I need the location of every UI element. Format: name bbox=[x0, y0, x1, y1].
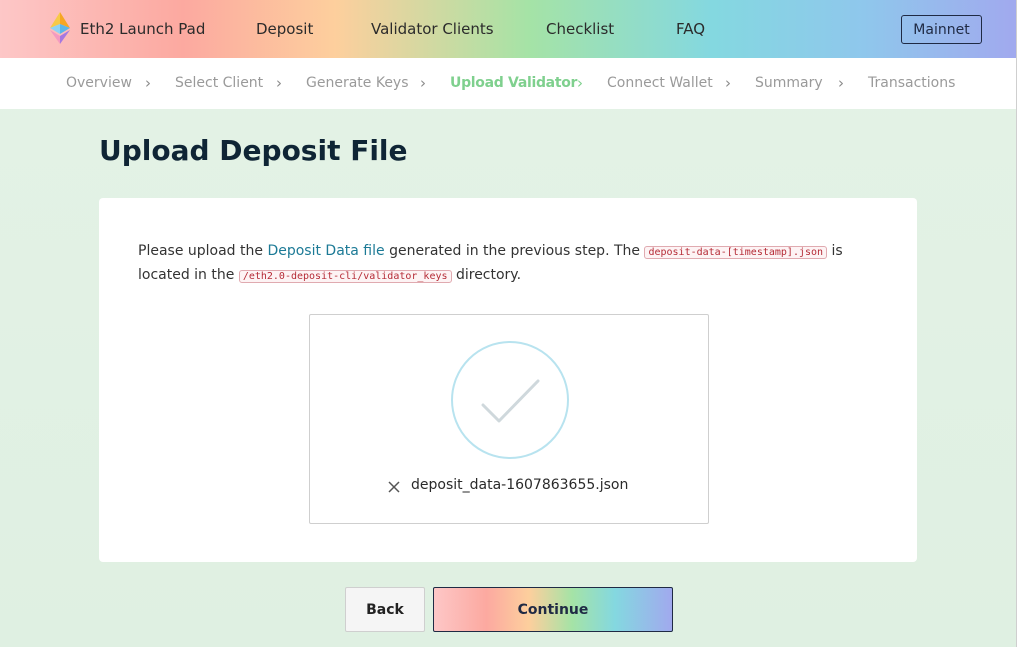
ethereum-logo-icon[interactable] bbox=[50, 12, 70, 44]
step-summary: Summary bbox=[755, 75, 823, 91]
brand-title[interactable]: Eth2 Launch Pad bbox=[80, 20, 205, 38]
step-connect-wallet: Connect Wallet bbox=[607, 75, 713, 91]
progress-steps: Overview › Select Client › Generate Keys… bbox=[0, 58, 1017, 109]
step-select-client: Select Client bbox=[175, 75, 264, 91]
deposit-data-link[interactable]: Deposit Data file bbox=[267, 243, 384, 259]
network-button[interactable]: Mainnet bbox=[901, 15, 982, 44]
nav-checklist[interactable]: Checklist bbox=[546, 20, 614, 38]
step-upload-validator: Upload Validator bbox=[450, 75, 578, 91]
upload-card: Please upload the Deposit Data file gene… bbox=[99, 198, 917, 562]
chevron-right-icon: › bbox=[420, 74, 426, 92]
page-title: Upload Deposit File bbox=[99, 134, 408, 167]
top-navbar: Eth2 Launch Pad Deposit Validator Client… bbox=[0, 0, 1017, 58]
nav-deposit[interactable]: Deposit bbox=[256, 20, 313, 38]
instruction-text: Please upload the bbox=[138, 243, 268, 259]
chevron-right-icon: › bbox=[725, 74, 731, 92]
check-circle-icon bbox=[451, 341, 569, 459]
file-dropzone[interactable]: deposit_data-1607863655.json bbox=[309, 314, 709, 524]
nav-faq[interactable]: FAQ bbox=[676, 20, 705, 38]
close-icon[interactable] bbox=[386, 479, 402, 495]
chevron-right-icon: › bbox=[145, 74, 151, 92]
uploaded-file-row: deposit_data-1607863655.json bbox=[310, 477, 710, 497]
directory-code: /eth2.0-deposit-cli/validator_keys bbox=[238, 270, 452, 283]
back-button[interactable]: Back bbox=[345, 587, 425, 632]
chevron-right-icon: › bbox=[276, 74, 282, 92]
chevron-right-icon: › bbox=[577, 74, 583, 92]
uploaded-file-name: deposit_data-1607863655.json bbox=[411, 477, 629, 493]
upload-instructions: Please upload the Deposit Data file gene… bbox=[138, 240, 858, 288]
nav-validator-clients[interactable]: Validator Clients bbox=[371, 20, 494, 38]
instruction-text: generated in the previous step. The bbox=[384, 243, 645, 259]
chevron-right-icon: › bbox=[838, 74, 844, 92]
step-overview: Overview bbox=[66, 75, 132, 91]
instruction-text: directory. bbox=[451, 267, 522, 283]
filename-code: deposit-data-[timestamp].json bbox=[644, 246, 828, 259]
continue-button[interactable]: Continue bbox=[433, 587, 673, 632]
step-generate-keys: Generate Keys bbox=[306, 75, 409, 91]
step-transactions: Transactions bbox=[868, 75, 956, 91]
